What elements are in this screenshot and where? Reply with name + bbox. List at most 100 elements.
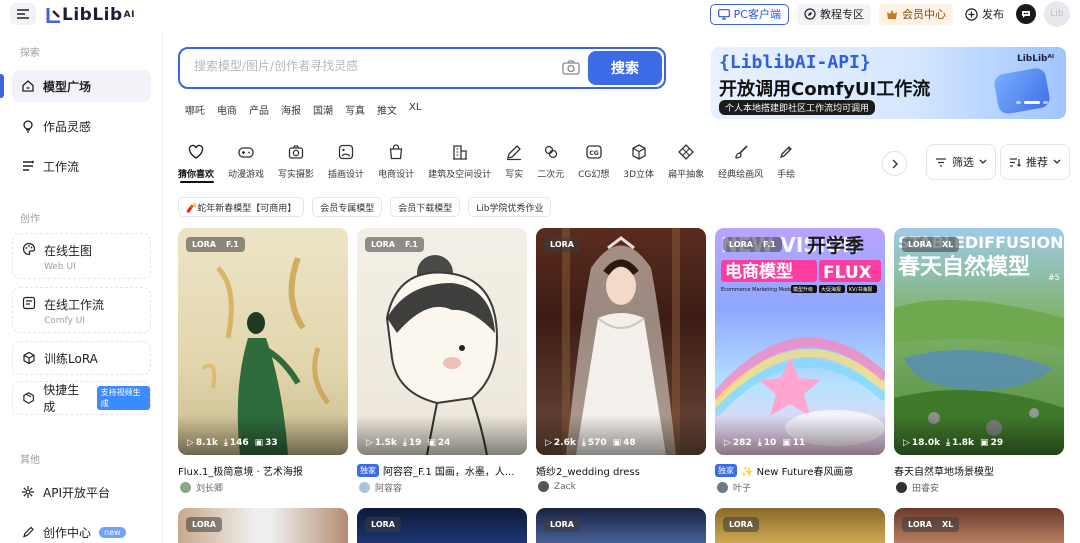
card-author[interactable]: 叶子 bbox=[717, 481, 751, 494]
hot-tag[interactable]: 推文 bbox=[377, 102, 397, 117]
hot-search-tags: 哪吒 电商 产品 海报 国潮 写真 推文 XL bbox=[185, 102, 421, 117]
tab-label: 二次元 bbox=[537, 170, 565, 180]
tab-label: 电商设计 bbox=[378, 170, 415, 180]
banner-title: {LiblibAI-API} bbox=[719, 52, 871, 73]
svg-text:FLUX: FLUX bbox=[823, 263, 872, 283]
model-card[interactable]: LORA bbox=[715, 508, 885, 543]
sidebar-item-model-square[interactable]: 模型广场 bbox=[12, 70, 151, 102]
model-card[interactable]: LORA XL bbox=[894, 508, 1064, 543]
banner-pagination[interactable] bbox=[1016, 101, 1048, 104]
model-card[interactable]: LORA F.1 ▷ 1.5k ⤓ 19 ▣ 24 bbox=[357, 228, 527, 455]
card-title[interactable]: 独家 ✨ New Future春风画意 bbox=[715, 463, 853, 478]
message-icon[interactable] bbox=[1016, 4, 1036, 24]
tab-realistic[interactable]: 写实 bbox=[505, 143, 523, 183]
logo[interactable]: LibLib AI bbox=[46, 4, 135, 26]
avatar bbox=[359, 482, 370, 493]
user-avatar[interactable]: Lib bbox=[1044, 1, 1070, 27]
exclusive-badge: 独家 bbox=[715, 464, 737, 477]
category-tabs: 猜你喜欢 动漫游戏 写实摄影 插画设计 电商设计 建筑及空间设计 写实 二次元 … bbox=[178, 143, 878, 183]
hot-tag[interactable]: 国潮 bbox=[313, 102, 333, 117]
vip-center-button[interactable]: 会员中心 bbox=[879, 3, 953, 25]
sidebar-item-workflow[interactable]: 工作流 bbox=[12, 150, 151, 182]
sidebar-item-quick-generate[interactable]: 快捷生成 支持视频生成 bbox=[12, 381, 151, 415]
avatar bbox=[180, 482, 191, 493]
tab-cg-fantasy[interactable]: CG CG幻想 bbox=[578, 143, 609, 183]
tab-label: 动漫游戏 bbox=[228, 170, 265, 180]
card-stats: ▷ 282 ⤓ 10 ▣ 11 bbox=[724, 438, 805, 448]
chevron-right-icon[interactable] bbox=[882, 151, 907, 176]
creator-icon bbox=[23, 526, 34, 538]
sidebar-item-inspiration[interactable]: 作品灵感 bbox=[12, 110, 151, 142]
downloads-icon: ⤓ 570 bbox=[581, 438, 607, 448]
tab-3d[interactable]: 3D立体 bbox=[623, 143, 654, 183]
hot-tag[interactable]: XL bbox=[409, 102, 421, 117]
tab-guess-you-like[interactable]: 猜你喜欢 bbox=[178, 143, 214, 183]
tab-architecture[interactable]: 建筑及空间设计 bbox=[428, 143, 491, 183]
images-icon: ▣ 33 bbox=[254, 438, 278, 448]
tab-illustration[interactable]: 插画设计 bbox=[328, 143, 364, 183]
camera-icon[interactable] bbox=[562, 60, 580, 76]
card-title[interactable]: 婚纱2_wedding dress bbox=[536, 463, 640, 478]
card-title[interactable]: 独家 阿容容_F.1 国画，水墨，人... bbox=[357, 463, 514, 478]
hot-tag[interactable]: 电商 bbox=[217, 102, 237, 117]
tab-photography[interactable]: 写实摄影 bbox=[278, 143, 314, 183]
sidebar-item-train-lora[interactable]: 训练LoRA bbox=[12, 341, 151, 375]
hot-tag[interactable]: 海报 bbox=[281, 102, 301, 117]
card-author[interactable]: 田睿安 bbox=[896, 481, 939, 494]
tutorials-button[interactable]: 教程专区 bbox=[797, 3, 871, 25]
hot-tag[interactable]: 产品 bbox=[249, 102, 269, 117]
sidebar-item-creator-center[interactable]: 创作中心 new bbox=[12, 516, 151, 543]
workflow-icon bbox=[23, 160, 34, 171]
api-banner[interactable]: {LiblibAI-API} 开放调用ComfyUI工作流 个人本地搭建即社区工… bbox=[711, 47, 1066, 119]
flower-icon bbox=[544, 145, 557, 159]
subtag-vip-download[interactable]: 会员下载模型 bbox=[390, 197, 461, 217]
filter-button[interactable]: 筛选 bbox=[926, 144, 996, 180]
card-author[interactable]: 刘长卿 bbox=[180, 481, 223, 494]
sidebar-item-label: 在线工作流 bbox=[44, 298, 105, 312]
card-tags: LORA bbox=[186, 517, 222, 532]
svg-text:电商模型: 电商模型 bbox=[725, 261, 793, 282]
search-input[interactable] bbox=[194, 59, 554, 73]
subtag-vip-exclusive[interactable]: 会员专属模型 bbox=[312, 197, 383, 217]
banner-subtitle: 开放调用ComfyUI工作流 bbox=[719, 79, 931, 100]
model-card[interactable]: STABLEDIFFUSION 春天自然模型 #5 LORA XL ▷ 18.0k… bbox=[894, 228, 1064, 455]
hot-tag[interactable]: 哪吒 bbox=[185, 102, 205, 117]
search-button[interactable]: 搜索 bbox=[588, 51, 662, 85]
svg-text:春天自然模型: 春天自然模型 bbox=[898, 254, 1030, 280]
model-card[interactable]: NEW VISION 开学季 电商模型 FLUX Ecommerce Marke… bbox=[715, 228, 885, 455]
model-card[interactable]: LORA F.1 ▷ 8.1k ⤓ 146 ▣ 33 bbox=[178, 228, 348, 455]
card-title[interactable]: Flux.1_极简意境 · 艺术海报 bbox=[178, 463, 303, 478]
svg-text:大促海报: 大促海报 bbox=[821, 286, 841, 293]
tab-anime[interactable]: 二次元 bbox=[537, 143, 564, 183]
subtag-new-year[interactable]: 🧨蛇年新春模型【可商用】 bbox=[178, 197, 305, 217]
tab-anime-games[interactable]: 动漫游戏 bbox=[228, 143, 264, 183]
sort-button[interactable]: 推荐 bbox=[1000, 144, 1070, 180]
box-icon bbox=[23, 392, 34, 404]
model-card[interactable]: LORA bbox=[536, 508, 706, 543]
model-card[interactable]: LORA bbox=[178, 508, 348, 543]
tab-ecommerce[interactable]: 电商设计 bbox=[378, 143, 414, 183]
tab-hand-drawn[interactable]: 手绘 bbox=[777, 143, 795, 183]
camera-icon bbox=[288, 145, 304, 159]
model-card[interactable]: LORA bbox=[357, 508, 527, 543]
publish-button[interactable]: 发布 bbox=[961, 4, 1008, 25]
model-card[interactable]: LORA ▷ 2.6k ⤓ 570 ▣ 48 bbox=[536, 228, 706, 455]
subtag-lib-academy[interactable]: Lib学院优秀作业 bbox=[468, 197, 552, 217]
hot-tag[interactable]: 写真 bbox=[345, 102, 365, 117]
card-author[interactable]: Zack bbox=[538, 481, 576, 492]
card-author[interactable]: 阿容容 bbox=[359, 481, 402, 494]
tab-flat-abstract[interactable]: 扁平抽象 bbox=[668, 143, 704, 183]
sidebar-item-online-generate[interactable]: 在线生图 Web UI bbox=[12, 233, 151, 279]
views-icon: ▷ 8.1k bbox=[187, 438, 218, 448]
sidebar-item-online-workflow[interactable]: 在线工作流 Comfy UI bbox=[12, 287, 151, 333]
banner-caption: 个人本地搭建即社区工作流均可调用 bbox=[719, 100, 876, 115]
svg-text:Ecommerce Marketing Model: Ecommerce Marketing Model bbox=[721, 287, 794, 293]
pc-client-button[interactable]: PC客户端 bbox=[709, 3, 789, 25]
sidebar-item-api[interactable]: API开放平台 bbox=[12, 476, 151, 508]
menu-icon[interactable] bbox=[10, 3, 36, 25]
views-icon: ▷ 282 bbox=[724, 438, 752, 448]
cg-icon: CG bbox=[586, 145, 602, 159]
plus-circle-icon bbox=[965, 7, 978, 21]
card-title[interactable]: 春天自然草地场景模型 bbox=[894, 463, 994, 478]
tab-classic-painting[interactable]: 经典绘画风 bbox=[718, 143, 763, 183]
